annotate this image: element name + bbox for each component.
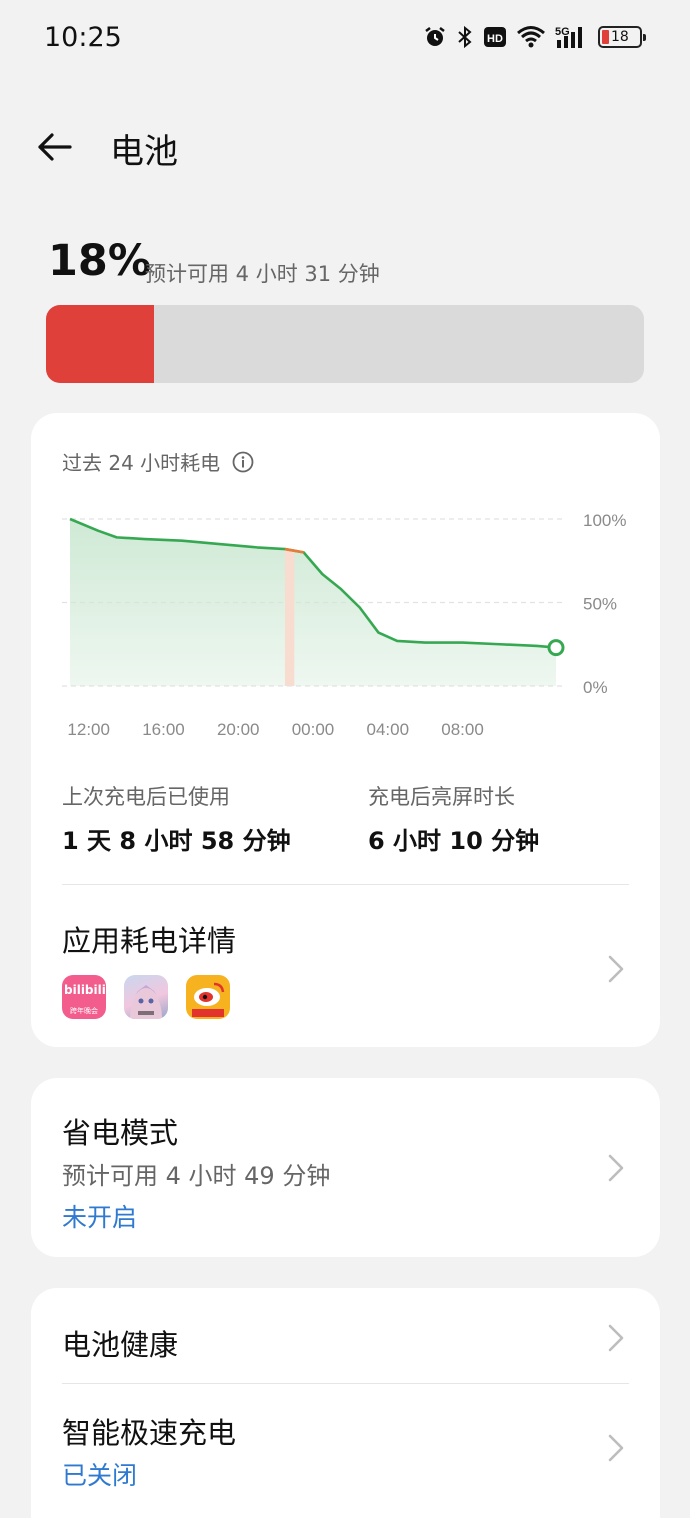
- info-icon[interactable]: [232, 451, 254, 473]
- wifi-icon: [517, 26, 545, 48]
- drain-highlight: [284, 549, 295, 686]
- battery-level-fill: [46, 305, 154, 383]
- bilibili-app-icon: bilibili 跨年晚会: [62, 975, 106, 1019]
- power-saving-status: 未开启: [62, 1203, 138, 1232]
- x-tick-label: 16:00: [142, 720, 185, 739]
- x-tick-label: 08:00: [441, 720, 484, 739]
- header: 电池: [0, 110, 690, 186]
- signal-icon: 5G: [555, 26, 582, 48]
- game-app-icon: [124, 975, 168, 1019]
- smart-charge-title[interactable]: 智能极速充电: [62, 1410, 236, 1452]
- hd-icon: HD: [484, 27, 506, 47]
- since-charge-label: 上次充电后已使用: [62, 785, 230, 809]
- battery-usage-chart: 100% 50% 0% 12:00 16:00 20:00 00:00 04:00 08:00: [62, 511, 626, 739]
- status-bar: 10:25 HD 5G 18: [0, 0, 690, 78]
- status-icons: HD 5G 18: [423, 24, 646, 50]
- x-tick-label: 00:00: [292, 720, 335, 739]
- page-title: 电池: [110, 132, 178, 172]
- app-icons: bilibili 跨年晚会: [62, 975, 230, 1019]
- x-tick-label: 04:00: [366, 720, 409, 739]
- battery-estimate: 预计可用 4 小时 31 分钟: [145, 262, 380, 286]
- chevron-right-icon[interactable]: [606, 953, 626, 985]
- divider: [62, 884, 629, 885]
- usage-card: 过去 24 小时耗电 100% 50% 0% 12:00 16:00 20:00 00:00…: [31, 413, 660, 1047]
- power-saving-card[interactable]: 省电模式 预计可用 4 小时 49 分钟 未开启: [31, 1078, 660, 1257]
- since-charge-value: 1 天 8 小时 58 分钟: [62, 827, 291, 855]
- svg-text:HD: HD: [487, 33, 503, 45]
- x-tick-label: 20:00: [217, 720, 260, 739]
- chevron-right-icon[interactable]: [606, 1322, 626, 1354]
- status-time: 10:25: [44, 22, 122, 53]
- weibo-app-icon: [186, 975, 230, 1019]
- battery-settings-card: 电池健康 智能极速充电 已关闭: [31, 1288, 660, 1518]
- chevron-right-icon[interactable]: [606, 1432, 626, 1464]
- x-tick-label: 12:00: [67, 720, 110, 739]
- y-tick-label: 50%: [583, 595, 617, 614]
- y-tick-label: 100%: [583, 511, 626, 530]
- screen-on-label: 充电后亮屏时长: [368, 785, 515, 809]
- alarm-icon: [425, 27, 445, 46]
- app-usage-title[interactable]: 应用耗电详情: [62, 918, 236, 960]
- current-level-point: [547, 639, 565, 657]
- battery-health-title[interactable]: 电池健康: [62, 1322, 178, 1364]
- arrow-left-icon[interactable]: [34, 126, 76, 168]
- bluetooth-icon: [458, 25, 472, 49]
- power-saving-title: 省电模式: [62, 1116, 179, 1150]
- battery-percent: 18%: [48, 236, 151, 286]
- series-area: [70, 519, 556, 686]
- power-saving-estimate: 预计可用 4 小时 49 分钟: [62, 1162, 331, 1190]
- battery-icon: 18: [598, 26, 646, 48]
- battery-level-bar: [46, 305, 644, 383]
- smart-charge-status: 已关闭: [62, 1461, 138, 1490]
- chevron-right-icon[interactable]: [606, 1152, 626, 1184]
- chart-header: 过去 24 小时耗电: [62, 447, 254, 476]
- chart-title: 过去 24 小时耗电: [62, 451, 221, 475]
- y-tick-label: 0%: [583, 678, 608, 697]
- divider: [62, 1383, 629, 1384]
- screen-on-value: 6 小时 10 分钟: [368, 827, 540, 855]
